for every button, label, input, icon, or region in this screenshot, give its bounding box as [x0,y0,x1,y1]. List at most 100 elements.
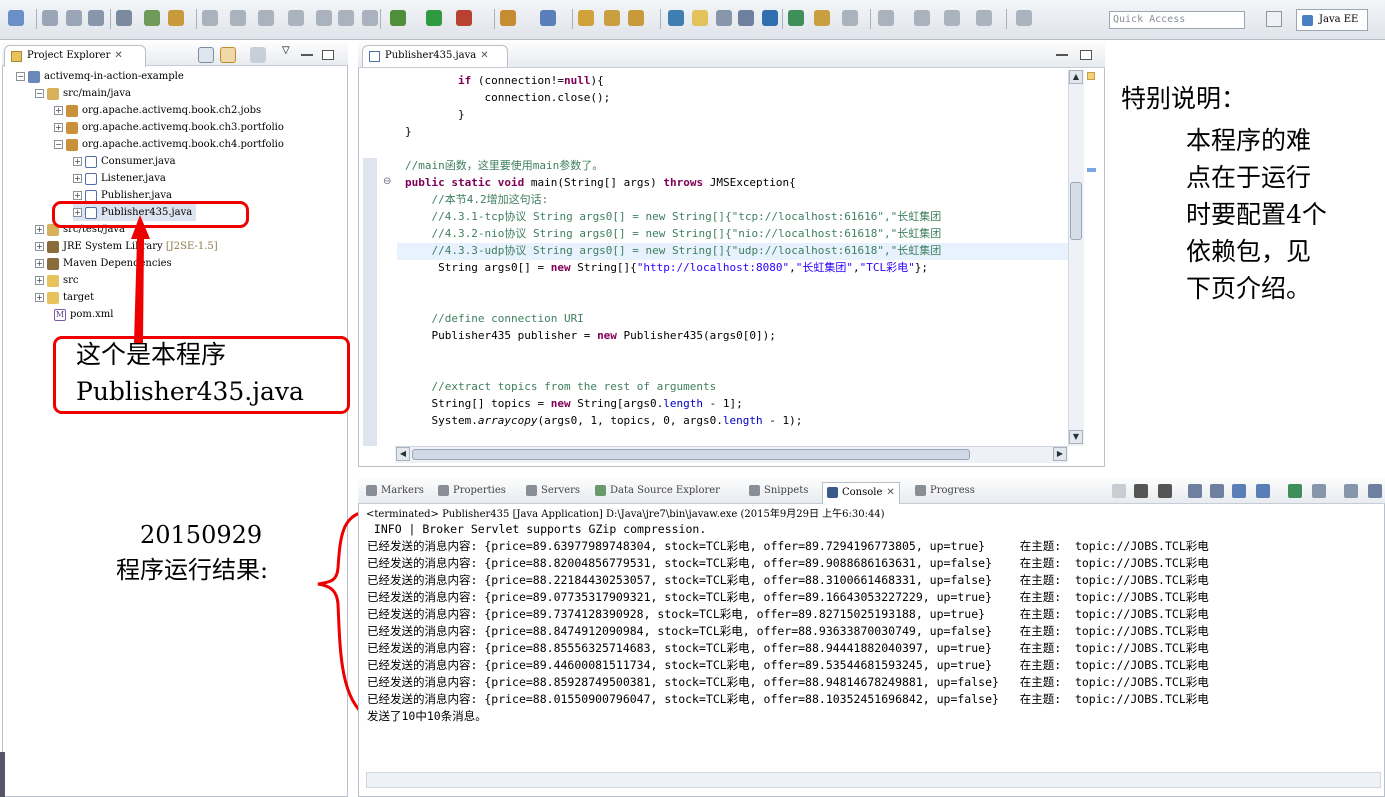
expand-toggle-icon[interactable]: + [35,242,44,251]
toolbar-button-icon[interactable] [456,10,472,26]
toolbar-button-icon[interactable] [66,10,82,26]
toolbar-button-icon[interactable] [316,10,332,26]
toolbar-button-icon[interactable] [338,10,354,26]
toolbar-button-icon[interactable] [500,10,516,26]
toolbar-button-icon[interactable] [604,10,620,26]
toolbar-button-icon[interactable] [716,10,732,26]
toolbar-button-icon[interactable] [842,10,858,26]
toolbar-button-icon[interactable] [976,10,992,26]
toolbar-button-icon[interactable] [788,10,804,26]
tab-servers[interactable]: Servers [526,485,580,496]
expand-toggle-icon[interactable]: + [73,157,82,166]
toolbar-button-icon[interactable] [878,10,894,26]
console-tool-icon[interactable] [1112,484,1126,498]
expand-toggle-icon[interactable]: + [73,191,82,200]
console-tool-icon[interactable] [1158,484,1172,498]
toolbar-button-icon[interactable] [202,10,218,26]
toolbar-button-icon[interactable] [540,10,556,26]
expand-toggle-icon[interactable]: + [35,276,44,285]
console-tool-icon[interactable] [1188,484,1202,498]
toolbar-button-icon[interactable] [144,10,160,26]
minimize-icon[interactable] [301,54,313,56]
tree-item-target[interactable]: + target [35,289,94,306]
toolbar-button-icon[interactable] [914,10,930,26]
fold-toggle-icon[interactable]: ⊖ [383,176,391,187]
tree-item-package[interactable]: − org.apache.activemq.book.ch4.portfolio [54,136,284,153]
toolbar-button-icon[interactable] [116,10,132,26]
toolbar-button-icon[interactable] [762,10,778,26]
close-icon[interactable]: ✕ [886,487,894,498]
tree-item-src[interactable]: + src [35,272,79,289]
tree-item-java-file[interactable]: + Consumer.java [73,153,176,170]
console-tool-icon[interactable] [1232,484,1246,498]
toolbar-button-icon[interactable] [814,10,830,26]
scroll-down-icon[interactable]: ▼ [1069,430,1083,444]
close-icon[interactable]: ✕ [480,50,488,61]
quick-access-input[interactable]: Quick Access [1109,11,1245,29]
editor-vertical-scrollbar[interactable] [1068,70,1084,446]
tree-item-src-main-java[interactable]: − src/main/java [35,85,131,102]
toolbar-button-icon[interactable] [258,10,274,26]
toolbar-button-icon[interactable] [288,10,304,26]
toolbar-button-icon[interactable] [692,10,708,26]
console-tool-icon[interactable] [1344,484,1358,498]
maximize-icon[interactable] [1080,50,1092,60]
toolbar-button-icon[interactable] [944,10,960,26]
collapse-toggle-icon[interactable]: − [54,140,63,149]
tree-item-project[interactable]: − activemq-in-action-example [16,68,184,85]
tab-progress[interactable]: Progress [915,485,975,496]
console-tool-icon[interactable] [1210,484,1224,498]
expand-toggle-icon[interactable]: + [73,174,82,183]
toolbar-button-icon[interactable] [426,10,442,26]
tab-project-explorer[interactable]: Project Explorer ✕ [4,45,146,67]
perspective-java-ee-button[interactable]: Java EE [1296,9,1368,31]
toolbar-button-icon[interactable] [168,10,184,26]
tree-item-package[interactable]: + org.apache.activemq.book.ch2.jobs [54,102,261,119]
toolbar-button-icon[interactable] [42,10,58,26]
console-tool-icon[interactable] [1312,484,1326,498]
expand-toggle-icon[interactable]: + [35,259,44,268]
tab-markers[interactable]: Markers [366,485,424,496]
toolbar-button-icon[interactable] [628,10,644,26]
toolbar-button-icon[interactable] [362,10,378,26]
console-tool-icon[interactable] [1288,484,1302,498]
tab-data-source-explorer[interactable]: Data Source Explorer [595,485,720,496]
tab-snippets[interactable]: Snippets [749,485,808,496]
collapse-all-icon[interactable] [198,47,214,63]
maximize-icon[interactable] [322,50,334,60]
tree-item-pom[interactable]: Mpom.xml [54,306,113,323]
expand-toggle-icon[interactable]: + [54,123,63,132]
code-area[interactable]: if (connection!=null){ connection.close(… [405,72,1070,444]
expand-toggle-icon[interactable]: + [54,106,63,115]
expand-toggle-icon[interactable]: + [35,293,44,302]
tree-item-java-file[interactable]: + Listener.java [73,170,166,187]
scroll-left-icon[interactable]: ◀ [396,447,410,461]
overview-marker-icon[interactable] [1087,72,1095,80]
minimize-icon[interactable] [1056,54,1068,56]
scroll-right-icon[interactable]: ▶ [1053,447,1067,461]
collapse-toggle-icon[interactable]: − [16,72,25,81]
toolbar-button-icon[interactable] [1016,10,1032,26]
toolbar-button-icon[interactable] [230,10,246,26]
toolbar-button-icon[interactable] [578,10,594,26]
dropdown-icon[interactable]: ▽ [282,45,290,56]
overview-marker-icon[interactable] [1087,168,1096,172]
toolbar-button-icon[interactable] [88,10,104,26]
console-tool-icon[interactable] [1368,484,1382,498]
toolbar-button-icon[interactable] [390,10,406,26]
editor-vertical-scrollbar-thumb[interactable] [1070,182,1082,240]
tab-console[interactable]: Console ✕ [822,482,900,504]
editor-horizontal-scrollbar-thumb[interactable] [412,449,970,460]
toolbar-button-icon[interactable] [668,10,684,26]
expand-toggle-icon[interactable]: + [35,225,44,234]
collapse-toggle-icon[interactable]: − [35,89,44,98]
close-icon[interactable]: ✕ [114,50,122,61]
tab-properties[interactable]: Properties [438,485,506,496]
console-horizontal-scrollbar[interactable] [366,772,1381,788]
scroll-up-icon[interactable]: ▲ [1069,70,1083,84]
toolbar-button-icon[interactable] [8,10,24,26]
link-with-editor-icon[interactable] [220,47,236,63]
console-tool-icon[interactable] [1134,484,1148,498]
toolbar-button-icon[interactable] [738,10,754,26]
view-menu-icon[interactable] [250,47,266,63]
